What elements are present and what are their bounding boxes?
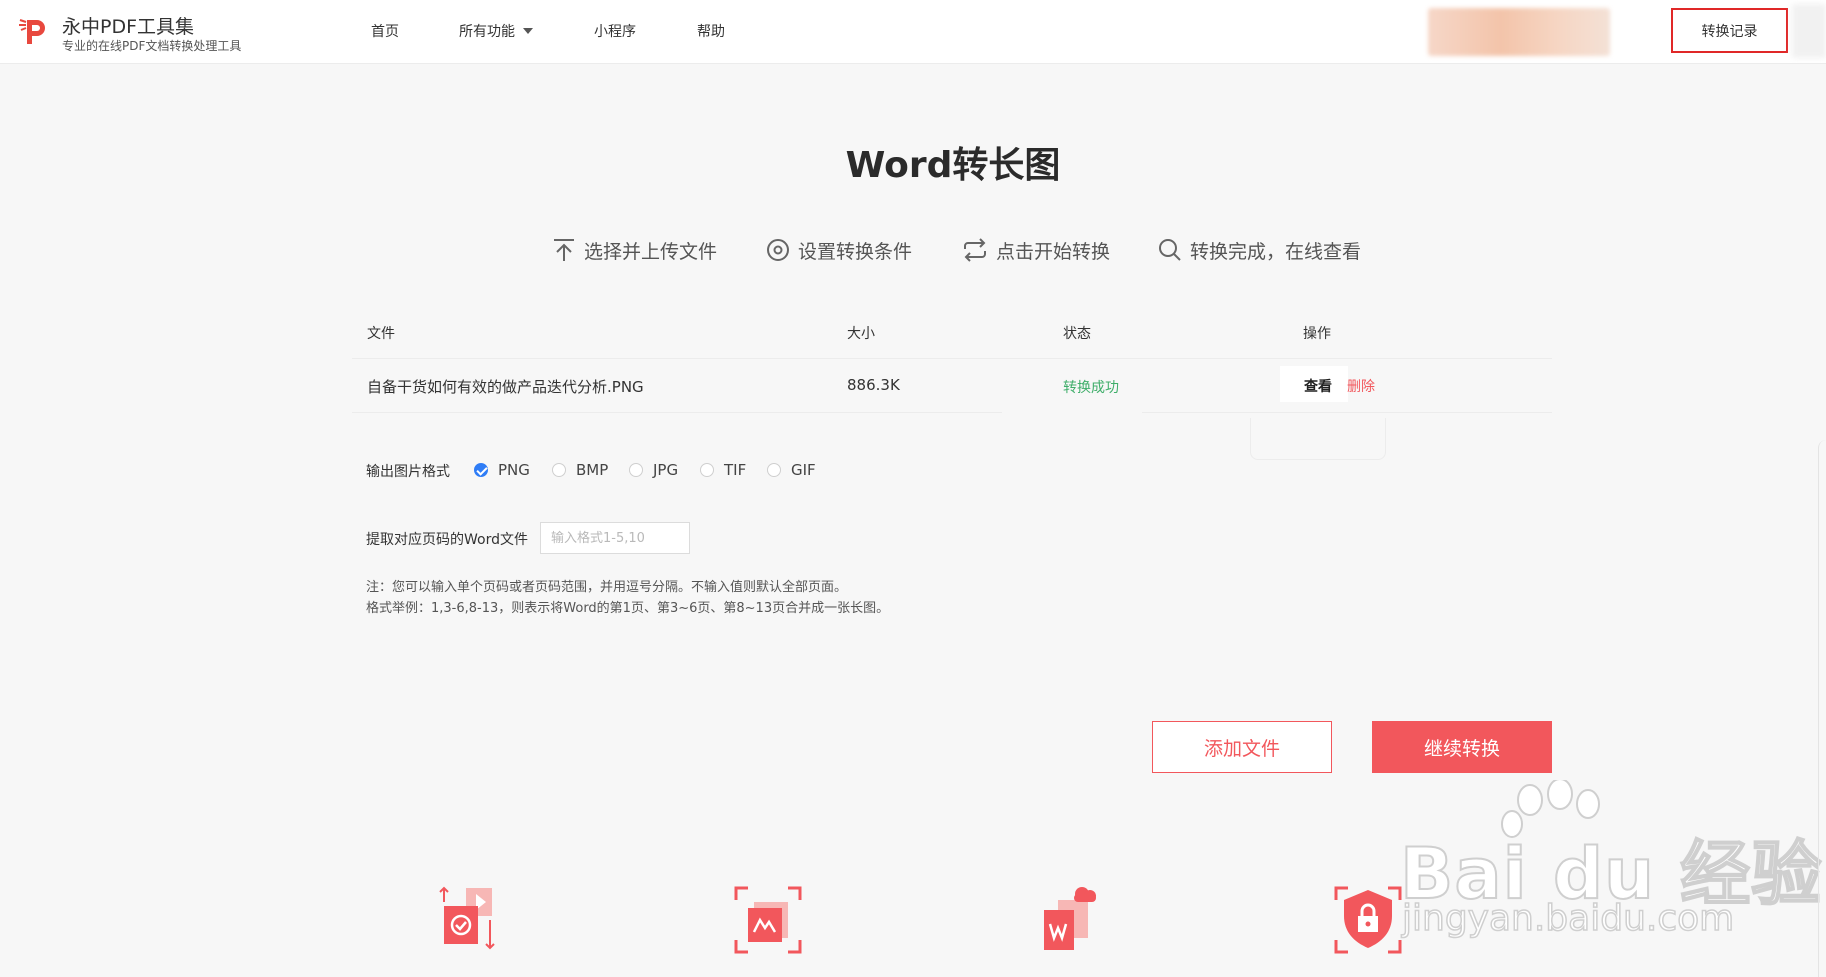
format-option-bmp[interactable]: BMP — [552, 461, 608, 479]
view-button[interactable]: 查看 — [1304, 376, 1332, 396]
nav-mini-program[interactable]: 小程序 — [594, 0, 636, 64]
yozo-logo-icon[interactable] — [18, 14, 52, 48]
upload-icon — [554, 239, 574, 261]
page-title: Word转长图 — [845, 145, 1061, 186]
row-divider — [352, 412, 1002, 413]
image-scan-icon[interactable] — [728, 880, 808, 960]
settings-icon — [767, 239, 789, 261]
format-option-gif[interactable]: GIF — [767, 461, 816, 479]
row-divider — [1142, 412, 1552, 413]
blurred-edge — [1792, 4, 1826, 58]
header-file: 文件 — [367, 326, 395, 342]
format-option-tif[interactable]: TIF — [700, 461, 746, 479]
brand-subtitle: 专业的在线PDF文档转换处理工具 — [62, 39, 242, 53]
format-option-label: GIF — [791, 461, 816, 479]
table-divider — [352, 358, 1552, 359]
continue-convert-button[interactable]: 继续转换 — [1372, 721, 1552, 773]
delete-button[interactable]: 删除 — [1347, 376, 1375, 396]
step-upload-label: 选择并上传文件 — [584, 240, 718, 263]
step-settings: 设置转换条件 — [766, 235, 912, 265]
word-cloud-icon[interactable] — [1028, 880, 1108, 960]
format-option-label: BMP — [576, 461, 609, 479]
encrypt-lock-icon[interactable] — [1328, 880, 1408, 960]
header-status: 状态 — [1063, 326, 1091, 342]
step-upload: 选择并上传文件 — [552, 235, 717, 265]
page-edge — [1818, 440, 1826, 977]
format-option-label: TIF — [724, 461, 747, 479]
pages-input[interactable] — [540, 522, 690, 554]
nav-help[interactable]: 帮助 — [697, 0, 725, 64]
step-view-label: 转换完成，在线查看 — [1190, 240, 1362, 263]
nav-home[interactable]: 首页 — [371, 0, 399, 64]
status-badge: 转换成功 — [1063, 380, 1119, 396]
pages-label: 提取对应页码的Word文件 — [366, 532, 528, 548]
step-start: 点击开始转换 — [962, 235, 1110, 265]
format-option-jpg[interactable]: JPG — [629, 461, 678, 479]
user-info-blurred[interactable] — [1428, 8, 1610, 56]
step-start-label: 点击开始转换 — [996, 240, 1111, 263]
nav-all-features-label: 所有功能 — [459, 24, 515, 40]
header-action: 操作 — [1303, 326, 1331, 342]
brand-title: 永中PDF工具集 — [62, 16, 195, 38]
radio-icon — [700, 463, 714, 477]
radio-icon — [767, 463, 781, 477]
add-file-button[interactable]: 添加文件 — [1152, 721, 1332, 773]
step-view: 转换完成，在线查看 — [1158, 235, 1361, 265]
note-line-1: 注：您可以输入单个页码或者页码范围，并用逗号分隔。不输入值则默认全部页面。 — [366, 580, 848, 595]
conversion-record-button[interactable]: 转换记录 — [1671, 8, 1788, 53]
file-name: 自备干货如何有效的做产品迭代分析.PNG — [367, 378, 644, 396]
refresh-icon — [964, 238, 986, 262]
format-label: 输出图片格式 — [366, 464, 450, 480]
file-size: 886.3K — [847, 376, 900, 394]
nav-all-features[interactable]: 所有功能 — [459, 0, 533, 64]
top-header: 永中PDF工具集 专业的在线PDF文档转换处理工具 首页 所有功能 小程序 帮助… — [0, 0, 1826, 64]
header-size: 大小 — [847, 326, 875, 342]
radio-icon — [629, 463, 643, 477]
format-option-label: PNG — [498, 461, 530, 479]
note-line-2: 格式举例：1,3-6,8-13，则表示将Word的第1页、第3~6页、第8~13… — [366, 601, 890, 616]
watermark-url: jingyan.baidu.com — [1401, 897, 1735, 940]
convert-document-icon[interactable] — [428, 880, 508, 960]
step-settings-label: 设置转换条件 — [798, 240, 913, 263]
radio-icon — [552, 463, 566, 477]
search-icon — [1159, 239, 1181, 261]
caret-down-icon — [523, 28, 533, 34]
format-option-label: JPG — [653, 461, 679, 479]
dropdown-shadow — [1250, 418, 1386, 460]
format-option-png[interactable]: PNG — [474, 461, 530, 479]
radio-checked-icon — [474, 463, 488, 477]
